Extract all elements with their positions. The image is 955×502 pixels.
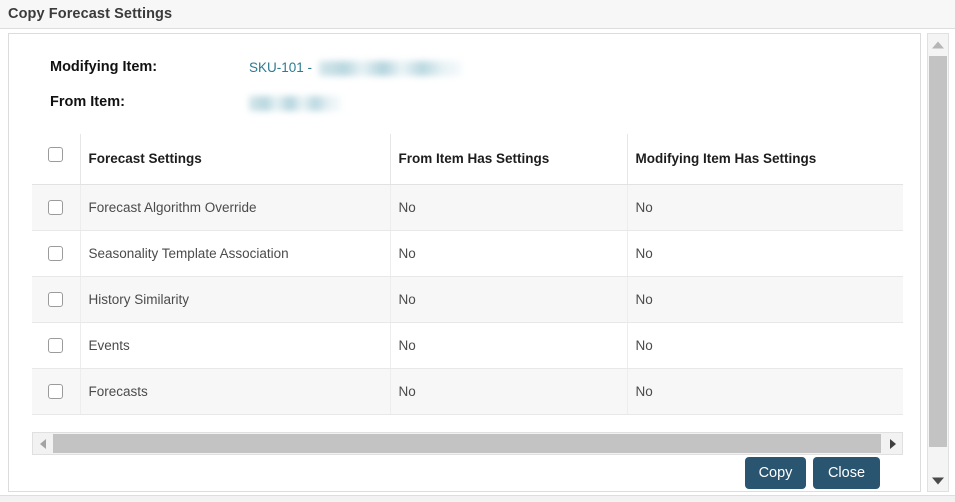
cell-modifying-item-has-settings: No	[627, 184, 903, 230]
cell-modifying-item-has-settings: No	[627, 230, 903, 276]
from-item-redacted-text	[249, 96, 341, 111]
table-row[interactable]: EventsNoNo	[32, 322, 903, 368]
cell-modifying-item-has-settings: No	[627, 276, 903, 322]
vertical-scrollbar-thumb[interactable]	[929, 56, 947, 447]
vertical-scrollbar[interactable]	[927, 33, 949, 492]
table-header-row: Forecast Settings From Item Has Settings…	[32, 134, 903, 184]
scroll-down-arrow-icon[interactable]	[928, 470, 948, 491]
row-checkbox[interactable]	[48, 292, 63, 307]
column-header-from-item-has-settings[interactable]: From Item Has Settings	[390, 134, 627, 184]
close-button[interactable]: Close	[813, 457, 880, 489]
select-all-checkbox[interactable]	[48, 147, 63, 162]
dialog-titlebar: Copy Forecast Settings	[0, 0, 955, 29]
scroll-up-arrow-icon[interactable]	[928, 34, 948, 55]
from-item-row: From Item:	[9, 94, 920, 118]
table-row[interactable]: ForecastsNoNo	[32, 368, 903, 414]
cell-modifying-item-has-settings: No	[627, 368, 903, 414]
cell-setting-name: Events	[80, 322, 390, 368]
row-select-cell	[32, 368, 80, 414]
cell-from-item-has-settings: No	[390, 230, 627, 276]
scroll-left-arrow-icon[interactable]	[33, 433, 52, 454]
cell-setting-name: Forecast Algorithm Override	[80, 184, 390, 230]
scroll-right-arrow-icon[interactable]	[883, 433, 902, 454]
table-header: Forecast Settings From Item Has Settings…	[32, 134, 903, 184]
column-header-forecast-settings[interactable]: Forecast Settings	[80, 134, 390, 184]
horizontal-scrollbar[interactable]	[32, 432, 903, 455]
forecast-settings-table: Forecast Settings From Item Has Settings…	[32, 134, 903, 415]
cell-setting-name: Seasonality Template Association	[80, 230, 390, 276]
dialog-bottom-strip	[0, 495, 955, 502]
row-checkbox[interactable]	[48, 246, 63, 261]
row-select-cell	[32, 276, 80, 322]
cell-from-item-has-settings: No	[390, 322, 627, 368]
cell-modifying-item-has-settings: No	[627, 322, 903, 368]
row-select-cell	[32, 184, 80, 230]
column-header-modifying-item-has-settings[interactable]: Modifying Item Has Settings	[627, 134, 903, 184]
table-row[interactable]: Seasonality Template AssociationNoNo	[32, 230, 903, 276]
modifying-item-value[interactable]: SKU-101 -	[249, 60, 462, 76]
horizontal-scrollbar-thumb[interactable]	[53, 434, 881, 453]
row-checkbox[interactable]	[48, 200, 63, 215]
table-row[interactable]: History SimilarityNoNo	[32, 276, 903, 322]
modifying-item-sku: SKU-101 -	[249, 60, 316, 75]
modifying-item-redacted-text	[319, 61, 462, 76]
dialog-content-panel: Modifying Item: SKU-101 - From Item: For…	[8, 33, 921, 492]
cell-from-item-has-settings: No	[390, 276, 627, 322]
row-checkbox[interactable]	[48, 338, 63, 353]
row-select-cell	[32, 322, 80, 368]
dialog-title: Copy Forecast Settings	[8, 6, 172, 22]
copy-forecast-settings-dialog: Copy Forecast Settings Modifying Item: S…	[0, 0, 955, 502]
from-item-label: From Item:	[50, 94, 125, 110]
modifying-item-label: Modifying Item:	[50, 59, 157, 75]
select-all-header-cell	[32, 134, 80, 184]
cell-from-item-has-settings: No	[390, 184, 627, 230]
copy-button[interactable]: Copy	[745, 457, 806, 489]
table-body: Forecast Algorithm OverrideNoNoSeasonali…	[32, 184, 903, 414]
from-item-value[interactable]	[249, 95, 341, 111]
cell-setting-name: Forecasts	[80, 368, 390, 414]
modifying-item-row: Modifying Item: SKU-101 -	[9, 59, 920, 83]
table-row[interactable]: Forecast Algorithm OverrideNoNo	[32, 184, 903, 230]
row-select-cell	[32, 230, 80, 276]
row-checkbox[interactable]	[48, 384, 63, 399]
cell-from-item-has-settings: No	[390, 368, 627, 414]
cell-setting-name: History Similarity	[80, 276, 390, 322]
